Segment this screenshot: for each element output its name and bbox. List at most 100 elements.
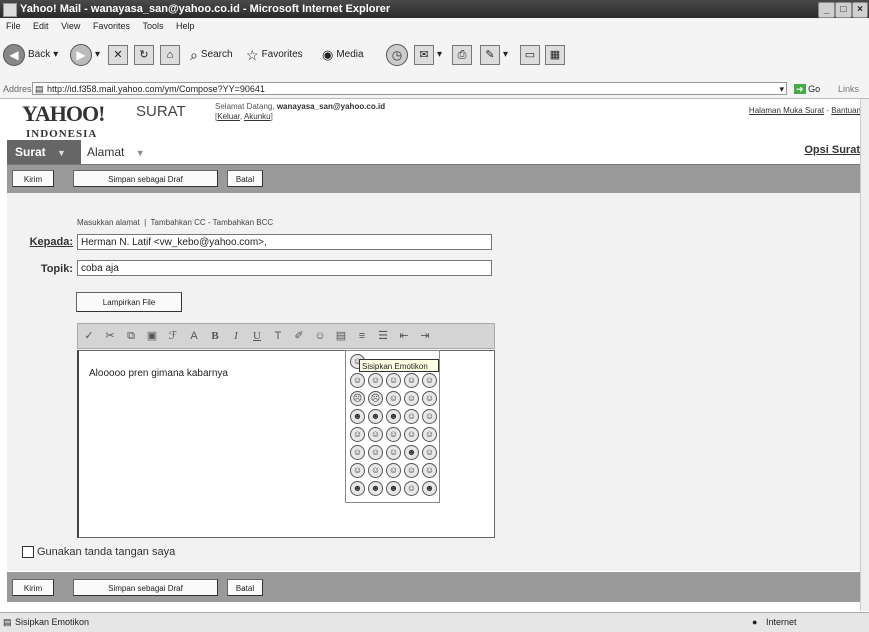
cancel-button[interactable]: Batal [227, 170, 263, 187]
menu-help[interactable]: Help [176, 21, 195, 31]
print-button[interactable]: ⎙ [452, 42, 472, 68]
highlight-icon[interactable]: ✐ [289, 326, 309, 346]
address-input[interactable]: ▤ http://id.f358.mail.yahoo.com/ym/Compo… [32, 82, 787, 95]
emoticon-angel-icon[interactable]: ☺ [422, 445, 437, 460]
align-icon[interactable]: ≡ [352, 326, 372, 346]
emoticon-pirate-icon[interactable]: ☻ [404, 445, 419, 460]
indent-icon[interactable]: ⇥ [415, 326, 435, 346]
emoticon-rolling-icon[interactable]: ☺ [404, 463, 419, 478]
emoticon-love-icon[interactable]: ☺ [350, 427, 365, 442]
to-field[interactable]: Herman N. Latif <vw_kebo@yahoo.com>, [77, 234, 492, 250]
emoticon-cry-icon[interactable]: ☹ [368, 391, 383, 406]
tab-alamat[interactable]: Alamat ▼ [87, 140, 145, 164]
emoticon-shock-icon[interactable]: ☻ [386, 409, 401, 424]
emoticon-confused-icon[interactable]: ☺ [404, 409, 419, 424]
emoticon-shy-icon[interactable]: ☺ [386, 427, 401, 442]
links-button[interactable]: Links [838, 80, 859, 98]
address-dropdown-icon[interactable]: ▾ [779, 83, 784, 96]
history-button[interactable]: ◷ [386, 42, 408, 68]
emoticon-cow-icon[interactable]: ☻ [368, 481, 383, 496]
back-button[interactable]: ◀ Back ▾ [3, 42, 58, 68]
bold-icon[interactable]: B [205, 326, 225, 346]
send-button-bottom[interactable]: Kirim [12, 579, 54, 596]
forward-button[interactable]: ▶ ▾ [70, 42, 100, 68]
mail-home-link[interactable]: Halaman Muka Surat [749, 106, 824, 115]
emoticon-angry-icon[interactable]: ☻ [368, 409, 383, 424]
emoticon-blush-icon[interactable]: ☺ [422, 391, 437, 406]
emoticon-worried-icon[interactable]: ☺ [422, 427, 437, 442]
yahoo-logo[interactable]: YAHOO! [22, 101, 105, 127]
attach-file-button[interactable]: Lampirkan File [76, 292, 182, 312]
minimize-button[interactable]: _ [818, 2, 835, 18]
emoticon-cool-icon[interactable]: ☺ [404, 391, 419, 406]
logout-link[interactable]: Keluar [217, 112, 240, 121]
emoticon-nerd-icon[interactable]: ☺ [404, 427, 419, 442]
emoticon-pig-icon[interactable]: ☻ [350, 481, 365, 496]
font-icon[interactable]: ℱ [163, 326, 183, 346]
emoticon-party-icon[interactable]: ☺ [386, 463, 401, 478]
font-size-icon[interactable]: A [184, 326, 204, 346]
insert-address-link[interactable]: Masukkan alamat [77, 218, 140, 227]
emoticon-sick-icon[interactable]: ☺ [350, 445, 365, 460]
signature-checkbox[interactable] [22, 546, 34, 558]
tab-surat[interactable]: Surat ▼ [7, 140, 81, 164]
paste-icon[interactable]: ▣ [142, 326, 162, 346]
to-label[interactable]: Kepada: [21, 236, 73, 248]
refresh-button[interactable]: ↻ [134, 42, 154, 68]
emoticon-tongue-icon[interactable]: ☺ [404, 373, 419, 388]
emoticon-chicken-icon[interactable]: ☺ [404, 481, 419, 496]
send-button[interactable]: Kirim [12, 170, 54, 187]
subject-field[interactable]: coba aja [77, 260, 492, 276]
stop-button[interactable]: ✕ [108, 42, 128, 68]
cut-icon[interactable]: ✂ [100, 326, 120, 346]
save-draft-button[interactable]: Simpan sebagai Draf [73, 170, 218, 187]
emoticon-silly-icon[interactable]: ☺ [368, 445, 383, 460]
close-button[interactable]: × [852, 2, 868, 18]
mail-button[interactable]: ✉ ▾ [414, 42, 442, 68]
cancel-button-bottom[interactable]: Batal [227, 579, 263, 596]
go-button[interactable]: ➜ Go [794, 80, 820, 98]
emoticon-kiss-icon[interactable]: ☺ [368, 427, 383, 442]
emoticon-icon[interactable]: ☺ [310, 326, 330, 346]
add-bcc-link[interactable]: Tambahkan BCC [213, 218, 273, 227]
emoticon-alien-icon[interactable]: ☻ [422, 481, 437, 496]
copy-icon[interactable]: ⧉ [121, 326, 141, 346]
emoticon-monkey-icon[interactable]: ☻ [386, 481, 401, 496]
discuss-button[interactable]: ▭ [520, 42, 540, 68]
edit-button[interactable]: ✎ ▾ [480, 42, 508, 68]
search-button[interactable]: ⌕ Search [190, 42, 233, 68]
emoticon-money-icon[interactable]: ☺ [368, 463, 383, 478]
save-draft-button-bottom[interactable]: Simpan sebagai Draf [73, 579, 218, 596]
emoticon-thinking-icon[interactable]: ☺ [386, 445, 401, 460]
menu-view[interactable]: View [61, 21, 80, 31]
menu-favorites[interactable]: Favorites [93, 21, 130, 31]
favorites-button[interactable]: ☆ Favorites [246, 42, 303, 68]
menu-edit[interactable]: Edit [33, 21, 49, 31]
mail-options-link[interactable]: Opsi Surat [804, 144, 860, 156]
emoticon-clown-icon[interactable]: ☺ [350, 463, 365, 478]
messenger-button[interactable]: ▦ [545, 42, 565, 68]
add-cc-link[interactable]: Tambahkan CC [151, 218, 206, 227]
emoticon-happy-icon[interactable]: ☺ [350, 373, 365, 388]
emoticon-sad-icon[interactable]: ☹ [350, 391, 365, 406]
spellcheck-icon[interactable]: ✓ [79, 326, 99, 346]
help-link[interactable]: Bantuan [831, 106, 861, 115]
emoticon-laugh-icon[interactable]: ☺ [422, 373, 437, 388]
emoticon-devil-icon[interactable]: ☻ [350, 409, 365, 424]
menu-tools[interactable]: Tools [142, 21, 163, 31]
list-icon[interactable]: ☰ [373, 326, 393, 346]
page-scrollbar[interactable] [860, 99, 869, 611]
emoticon-surprise-icon[interactable]: ☺ [386, 391, 401, 406]
text-color-icon[interactable]: T [268, 326, 288, 346]
emoticon-smug-icon[interactable]: ☺ [422, 463, 437, 478]
emoticon-wink-icon[interactable]: ☺ [368, 373, 383, 388]
emoticon-sleepy-icon[interactable]: ☺ [422, 409, 437, 424]
home-button[interactable]: ⌂ [160, 42, 180, 68]
menu-file[interactable]: File [6, 21, 21, 31]
underline-icon[interactable]: U [247, 326, 267, 346]
emoticon-grin-icon[interactable]: ☺ [386, 373, 401, 388]
signature-option[interactable]: Gunakan tanda tangan saya [22, 546, 175, 558]
insert-image-icon[interactable]: ▤ [331, 326, 351, 346]
italic-icon[interactable]: I [226, 326, 246, 346]
chevron-down-icon[interactable]: ▼ [136, 148, 145, 158]
